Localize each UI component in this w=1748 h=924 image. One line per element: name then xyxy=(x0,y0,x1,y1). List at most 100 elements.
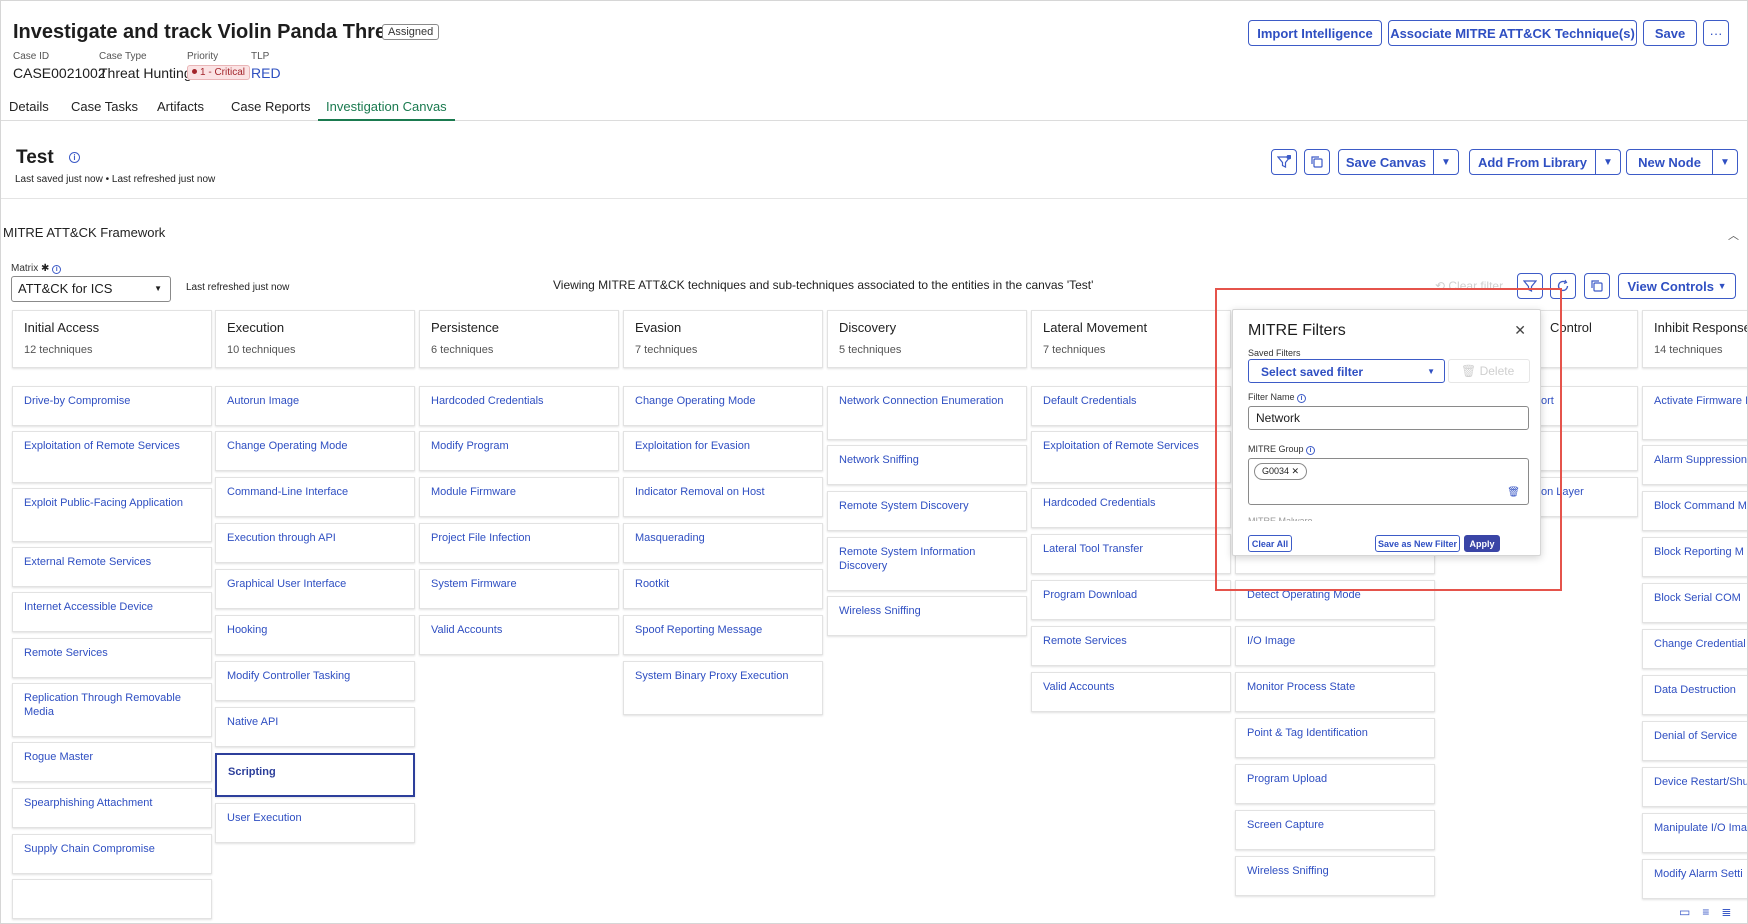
technique-card[interactable]: Modify Controller Tasking xyxy=(215,661,415,701)
chevron-up-icon[interactable]: ︿ xyxy=(1728,227,1739,243)
technique-card[interactable]: Drive-by Compromise xyxy=(12,386,212,426)
technique-card[interactable]: Hardcoded Credentials xyxy=(1031,488,1231,528)
technique-card[interactable]: Indicator Removal on Host xyxy=(623,477,823,517)
add-from-library-button[interactable]: Add From Library xyxy=(1469,149,1596,175)
technique-card[interactable]: Change Operating Mode xyxy=(623,386,823,426)
filter-icon[interactable] xyxy=(1271,149,1297,175)
tab-case-tasks[interactable]: Case Tasks xyxy=(63,93,146,121)
technique-card[interactable]: Hardcoded Credentials xyxy=(419,386,619,426)
technique-card[interactable]: Program Upload xyxy=(1235,764,1435,804)
copy-icon[interactable] xyxy=(1584,273,1610,299)
technique-card[interactable]: Wireless Sniffing xyxy=(1235,856,1435,896)
save-canvas-dropdown[interactable]: ▼ xyxy=(1433,149,1459,175)
technique-card[interactable]: Block Serial COM xyxy=(1642,583,1747,623)
technique-card[interactable]: Project File Infection xyxy=(419,523,619,563)
tactic-header[interactable]: Lateral Movement 7 techniques xyxy=(1031,310,1231,368)
save-canvas-button[interactable]: Save Canvas xyxy=(1338,149,1434,175)
technique-card[interactable]: System Firmware xyxy=(419,569,619,609)
technique-card[interactable]: Spearphishing Attachment xyxy=(12,788,212,828)
tactic-header[interactable]: Discovery 5 techniques xyxy=(827,310,1027,368)
more-actions-button[interactable]: ··· xyxy=(1703,20,1729,46)
tactic-header[interactable]: Evasion 7 techniques xyxy=(623,310,823,368)
copy-icon[interactable] xyxy=(1304,149,1330,175)
technique-card-selected[interactable]: Scripting xyxy=(215,753,415,797)
technique-card[interactable]: Default Credentials xyxy=(1031,386,1231,426)
technique-card[interactable]: Command-Line Interface xyxy=(215,477,415,517)
technique-card[interactable]: Network Sniffing xyxy=(827,445,1027,485)
technique-card[interactable]: Lateral Tool Transfer xyxy=(1031,534,1231,574)
new-node-button[interactable]: New Node xyxy=(1626,149,1713,175)
save-button[interactable]: Save xyxy=(1643,20,1697,46)
tab-details[interactable]: Details xyxy=(1,93,57,121)
view-controls-button[interactable]: View Controls ▼ xyxy=(1618,273,1736,299)
tab-case-reports[interactable]: Case Reports xyxy=(223,93,318,121)
technique-card[interactable]: Exploitation for Evasion xyxy=(623,431,823,471)
tactic-header[interactable]: Execution 10 techniques xyxy=(215,310,415,368)
canvas-title: Test i xyxy=(16,147,80,169)
technique-card[interactable]: Graphical User Interface xyxy=(215,569,415,609)
technique-card[interactable]: Remote System Discovery xyxy=(827,491,1027,531)
chevron-down-icon: ▼ xyxy=(1441,156,1451,168)
technique-card[interactable]: Rootkit xyxy=(623,569,823,609)
technique-card[interactable]: Exploitation of Remote Services xyxy=(12,431,212,483)
technique-card[interactable]: Manipulate I/O Ima xyxy=(1642,813,1747,853)
matrix-select[interactable]: ATT&CK for ICS ▼ xyxy=(11,276,171,302)
technique-card[interactable]: Valid Accounts xyxy=(419,615,619,655)
technique-card[interactable]: Network Connection Enumeration xyxy=(827,386,1027,440)
technique-card[interactable]: Exploit Public-Facing Application xyxy=(12,488,212,542)
technique-card[interactable]: Hooking xyxy=(215,615,415,655)
technique-card[interactable]: Block Reporting M xyxy=(1642,537,1747,577)
tactic-header[interactable]: Persistence 6 techniques xyxy=(419,310,619,368)
add-from-library-dropdown[interactable]: ▼ xyxy=(1595,149,1621,175)
technique-card[interactable]: Remote Services xyxy=(12,638,212,678)
technique-card[interactable]: Spoof Reporting Message xyxy=(623,615,823,655)
viewing-text: Viewing MITRE ATT&CK techniques and sub-… xyxy=(553,278,1094,292)
technique-card[interactable]: Remote Services xyxy=(1031,626,1231,666)
tab-investigation-canvas[interactable]: Investigation Canvas xyxy=(318,93,455,121)
technique-card[interactable]: Point & Tag Identification xyxy=(1235,718,1435,758)
technique-card[interactable]: External Remote Services xyxy=(12,547,212,587)
technique-card[interactable]: I/O Image xyxy=(1235,626,1435,666)
technique-card[interactable] xyxy=(12,879,212,919)
technique-card[interactable]: Alarm Suppression xyxy=(1642,445,1747,485)
technique-card[interactable]: Screen Capture xyxy=(1235,810,1435,850)
technique-card[interactable]: Monitor Process State xyxy=(1235,672,1435,712)
technique-card[interactable]: Rogue Master xyxy=(12,742,212,782)
info-icon[interactable]: i xyxy=(52,265,62,274)
tactic-header[interactable]: Inhibit Response 14 techniques xyxy=(1642,310,1747,368)
technique-card[interactable]: Denial of Service xyxy=(1642,721,1747,761)
technique-card[interactable]: Wireless Sniffing xyxy=(827,596,1027,636)
technique-card[interactable]: Replication Through Removable Media xyxy=(12,683,212,737)
associate-mitre-button[interactable]: Associate MITRE ATT&CK Technique(s) xyxy=(1388,20,1637,46)
technique-card[interactable]: Native API xyxy=(215,707,415,747)
tab-artifacts[interactable]: Artifacts xyxy=(149,93,212,121)
technique-card[interactable]: Module Firmware xyxy=(419,477,619,517)
last-refreshed: Last refreshed just now xyxy=(186,282,290,293)
info-icon[interactable]: i xyxy=(68,152,80,163)
technique-card[interactable]: System Binary Proxy Execution xyxy=(623,661,823,715)
case-type-field: Case Type Threat Hunting xyxy=(99,51,192,81)
technique-card[interactable]: Remote System Information Discovery xyxy=(827,537,1027,591)
technique-card[interactable]: Execution through API xyxy=(215,523,415,563)
technique-card[interactable]: Supply Chain Compromise xyxy=(12,834,212,874)
import-intelligence-button[interactable]: Import Intelligence xyxy=(1248,20,1382,46)
technique-card[interactable]: Activate Firmware Mode xyxy=(1642,386,1747,440)
technique-card[interactable]: Change Operating Mode xyxy=(215,431,415,471)
technique-card[interactable]: Modify Alarm Setti xyxy=(1642,859,1747,899)
priority-field: Priority 1 - Critical xyxy=(187,51,251,80)
technique-card[interactable]: User Execution xyxy=(215,803,415,843)
technique-card[interactable]: Exploitation of Remote Services xyxy=(1031,431,1231,483)
technique-card[interactable]: Modify Program xyxy=(419,431,619,471)
technique-card[interactable]: Program Download xyxy=(1031,580,1231,620)
technique-card[interactable]: Internet Accessible Device xyxy=(12,592,212,632)
tactic-header[interactable]: Initial Access 12 techniques xyxy=(12,310,212,368)
new-node-dropdown[interactable]: ▼ xyxy=(1712,149,1738,175)
technique-card[interactable]: Valid Accounts xyxy=(1031,672,1231,712)
technique-card[interactable]: Change Credential xyxy=(1642,629,1747,669)
technique-card[interactable]: Autorun Image xyxy=(215,386,415,426)
technique-card[interactable]: Masquerading xyxy=(623,523,823,563)
technique-card[interactable]: Block Command M xyxy=(1642,491,1747,531)
view-mode-icons[interactable]: ▭≡≣ xyxy=(1679,905,1743,919)
technique-card[interactable]: Data Destruction xyxy=(1642,675,1747,715)
technique-card[interactable]: Device Restart/Shu xyxy=(1642,767,1747,807)
